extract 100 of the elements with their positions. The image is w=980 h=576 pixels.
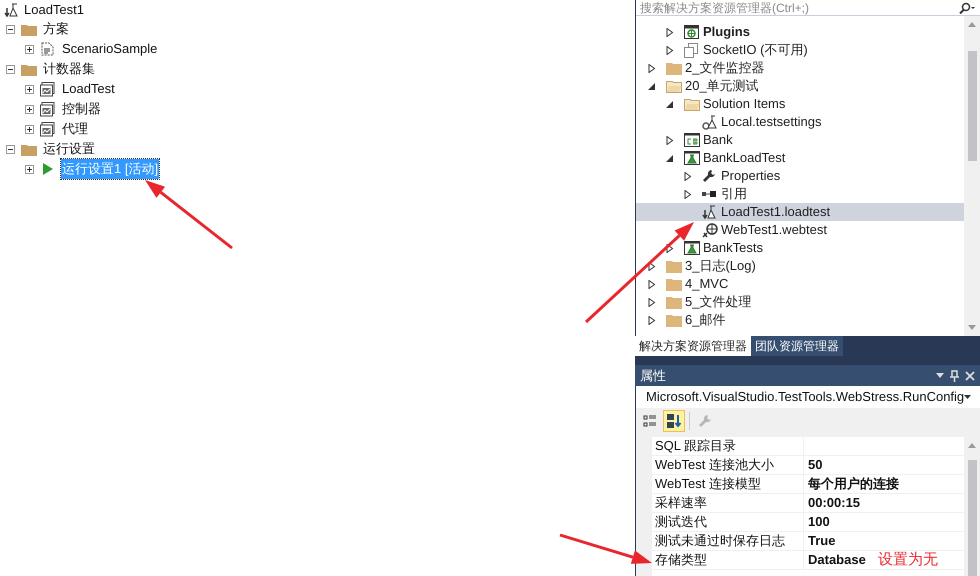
tree-item[interactable]: 引用 — [636, 185, 964, 203]
property-name[interactable]: WebTest 连接池大小 — [652, 456, 804, 474]
property-name[interactable]: SQL 跟踪目录 — [652, 437, 804, 455]
item-label: 5_文件处理 — [685, 293, 752, 312]
item-label: BankTests — [703, 239, 763, 258]
dropdown-icon[interactable] — [964, 395, 972, 399]
tree-item[interactable]: 6_邮件 — [636, 311, 964, 329]
tree-node-label[interactable]: 方案 — [43, 19, 69, 39]
expand-arrow-icon[interactable] — [648, 280, 656, 288]
collapse-arrow-icon[interactable] — [648, 82, 656, 90]
tree-item[interactable]: 2_文件监控器 — [636, 59, 964, 77]
folder-icon — [666, 260, 682, 272]
tree-item[interactable]: 3_日志(Log) — [636, 257, 964, 275]
tree-node-label[interactable]: 控制器 — [61, 99, 102, 119]
tree-item[interactable]: 5_文件处理 — [636, 293, 964, 311]
globe-test-icon — [702, 222, 719, 238]
folder-icon — [666, 62, 682, 74]
property-name[interactable]: 采样速率 — [652, 494, 804, 512]
flask-project-icon — [684, 241, 700, 255]
expand-arrow-icon[interactable] — [666, 28, 674, 36]
csharp-project-icon — [684, 133, 700, 147]
flask-gear-icon — [702, 114, 718, 130]
search-field[interactable]: 搜索解决方案资源管理器(Ctrl+;) — [636, 0, 980, 16]
expand-arrow-icon[interactable] — [684, 190, 692, 198]
expand-icon[interactable] — [25, 124, 34, 134]
tree-node-label[interactable]: LoadTest — [61, 79, 116, 99]
flask-project-icon — [684, 151, 700, 165]
object-name: Microsoft.VisualStudio.TestTools.WebStress.RunConfig — [646, 388, 964, 406]
search-icon[interactable] — [958, 2, 976, 14]
item-label: 2_文件监控器 — [685, 59, 764, 78]
tree-item[interactable]: 20_单元测试 — [636, 77, 964, 95]
dropdown-icon[interactable] — [936, 373, 944, 378]
collapse-arrow-icon[interactable] — [666, 154, 674, 162]
property-value[interactable]: 00:00:15 — [804, 493, 860, 513]
tree-node-label[interactable]: 运行设置 — [43, 139, 95, 159]
expand-arrow-icon[interactable] — [666, 136, 674, 144]
expand-arrow-icon[interactable] — [648, 316, 656, 324]
tree-item[interactable]: BankTests — [636, 239, 964, 257]
panel-tab[interactable]: 团队资源管理器 — [751, 336, 843, 356]
close-icon[interactable] — [965, 370, 975, 380]
item-label: BankLoadTest — [703, 149, 786, 168]
copy-icon — [684, 42, 699, 58]
collapse-icon[interactable] — [6, 24, 15, 34]
folder-icon — [666, 278, 682, 290]
annotation-note: 设置为无 — [878, 550, 938, 570]
collapse-icon[interactable] — [6, 144, 15, 154]
property-value[interactable]: True — [804, 531, 836, 551]
expand-arrow-icon[interactable] — [666, 46, 674, 54]
tree-item[interactable]: 4_MVC — [636, 275, 964, 293]
chart-window-icon — [40, 122, 55, 136]
expand-arrow-icon[interactable] — [666, 244, 674, 252]
tree-item[interactable]: SocketIO (不可用) — [636, 41, 964, 59]
expand-arrow-icon[interactable] — [684, 172, 692, 180]
object-selector[interactable]: Microsoft.VisualStudio.TestTools.WebStress.RunConfig — [636, 386, 980, 408]
tree-item[interactable]: LoadTest1.loadtest — [636, 203, 964, 221]
property-value[interactable]: 每个用户的连接 — [804, 474, 899, 494]
collapse-arrow-icon[interactable] — [666, 100, 674, 108]
scroll-thumb[interactable] — [968, 51, 976, 161]
tree-item[interactable]: Properties — [636, 167, 964, 185]
flask-arrow-icon — [4, 2, 20, 18]
tree-item[interactable]: Plugins — [636, 23, 964, 41]
pin-icon[interactable] — [950, 370, 959, 382]
expand-icon[interactable] — [25, 44, 34, 54]
expand-icon[interactable] — [25, 84, 34, 94]
property-value[interactable]: Database — [804, 550, 866, 570]
tree-item[interactable]: Local.testsettings — [636, 113, 964, 131]
tree-item[interactable]: WebTest1.webtest — [636, 221, 964, 239]
scrollbar[interactable] — [964, 437, 980, 576]
tree-item[interactable]: BankLoadTest — [636, 149, 964, 167]
tree-node-label[interactable]: ScenarioSample — [61, 39, 158, 59]
tree-item[interactable]: Bank — [636, 131, 964, 149]
property-name[interactable]: 测试迭代 — [652, 513, 804, 531]
tree-node-label[interactable]: 计数器集 — [43, 59, 95, 79]
item-label: 20_单元测试 — [685, 77, 759, 96]
property-name[interactable]: 测试未通过时保存日志 — [652, 532, 804, 550]
chart-window-icon — [40, 82, 55, 96]
panel-title: 属性 — [640, 366, 666, 385]
wrench-icon — [698, 414, 712, 428]
tree-root-label[interactable]: LoadTest1 — [24, 0, 84, 20]
expand-arrow-icon[interactable] — [648, 64, 656, 72]
collapse-icon[interactable] — [6, 64, 15, 74]
expand-icon[interactable] — [25, 164, 34, 174]
property-value[interactable]: 50 — [804, 455, 822, 475]
item-label: 引用 — [721, 185, 747, 204]
list-icon — [643, 414, 657, 428]
scroll-thumb[interactable] — [968, 460, 976, 576]
alphabetical-button[interactable] — [663, 410, 685, 432]
expand-arrow-icon[interactable] — [648, 298, 656, 306]
expand-arrow-icon[interactable] — [648, 262, 656, 270]
item-label: 6_邮件 — [685, 311, 726, 330]
scrollbar[interactable] — [964, 16, 980, 336]
panel-tab[interactable]: 解决方案资源管理器 — [635, 336, 751, 356]
item-label: LoadTest1.loadtest — [721, 203, 830, 222]
property-value[interactable]: 100 — [804, 512, 830, 532]
expand-icon[interactable] — [25, 104, 34, 114]
item-label: 3_日志(Log) — [685, 257, 756, 276]
tree-node-label[interactable]: 代理 — [61, 119, 89, 139]
property-name[interactable]: 存储类型 — [652, 551, 804, 569]
property-name[interactable]: WebTest 连接模型 — [652, 475, 804, 493]
tree-item[interactable]: Solution Items — [636, 95, 964, 113]
